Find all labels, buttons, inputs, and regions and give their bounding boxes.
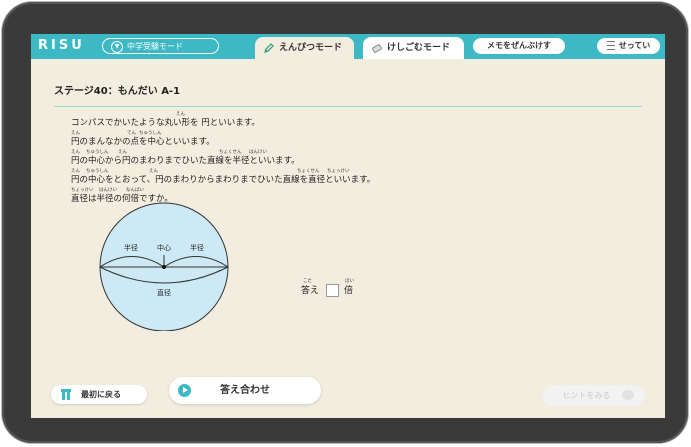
pencil-icon: [263, 43, 274, 54]
app-screen: RISU ▼ 中学受験モード えんぴつモード けしごむモード メモをぜんぶけす せ…: [31, 34, 665, 418]
risu-logo: RISU: [38, 38, 85, 53]
question-line: えん ちゅうしん えん ちょくせん はんけい 円の中心から円のまわりまでひいた直線を半径と…: [71, 149, 471, 168]
circle-figure: 半径 中心 半径 直径: [99, 202, 229, 331]
center-point: [162, 265, 166, 269]
question-line-text: 円の中心をとおって、円のまわりからまわりまでひいた直線を直径といいます。: [71, 175, 376, 185]
answer-area: こた 答え ばい 倍: [301, 279, 354, 297]
hint-button[interactable]: ヒントをみる: [543, 385, 644, 406]
answer-label-ruby: こた: [303, 279, 312, 284]
divider: [54, 106, 642, 107]
question-line: えん ちゅうしん えん ちょくせん ちょっけい 円の中心をとおって、円のまわりからまわりま…: [71, 168, 471, 187]
chevron-down-icon: ▼: [111, 40, 123, 53]
question-line-text: 円の中心から円のまわりまでひいた直線を半径といいます。: [71, 156, 300, 166]
stage-title: ステージ40：もんだい A-1: [54, 86, 181, 97]
label-radius-right: 半径: [190, 243, 204, 252]
hint-button-label: ヒントをみる: [562, 391, 611, 400]
back-to-start-button[interactable]: 最初に戻る: [51, 385, 147, 404]
menu-icon: [606, 41, 615, 50]
back-button-label: 最初に戻る: [81, 390, 121, 399]
question-line: えん コンパスでかいたような丸い形を 円といいます。: [71, 111, 471, 130]
tab-eraser-mode[interactable]: けしごむモード: [363, 37, 464, 59]
label-radius-left: 半径: [124, 243, 138, 252]
settings-label: せってい: [618, 41, 651, 50]
back-icon: [61, 389, 71, 400]
question-line-text: コンパスでかいたような丸い形を 円といいます。: [71, 118, 260, 128]
label-center: 中心: [157, 243, 171, 252]
question-line-text: 円のまんなかの点を中心といいます。: [71, 137, 215, 147]
play-icon: [178, 384, 191, 397]
question-line: えん てん ちゅうしん 円のまんなかの点を中心といいます。: [71, 130, 471, 149]
settings-button[interactable]: せってい: [597, 38, 660, 54]
answer-input[interactable]: [326, 284, 339, 297]
tab-pencil-label: えんぴつモード: [279, 43, 343, 53]
eraser-icon: [372, 44, 382, 53]
label-diameter: 直径: [157, 288, 171, 297]
tab-pencil-mode[interactable]: えんぴつモード: [255, 37, 354, 59]
check-answer-button[interactable]: 答え合わせ: [169, 377, 321, 404]
answer-label: 答え: [301, 286, 320, 296]
hint-icon: [622, 390, 634, 400]
mode-select[interactable]: ▼ 中学受験モード: [102, 38, 219, 54]
clear-memo-button[interactable]: メモをぜんぶけす: [473, 38, 565, 54]
tablet-frame: RISU ▼ 中学受験モード えんぴつモード けしごむモード メモをぜんぶけす せ…: [2, 2, 688, 443]
answer-unit: 倍: [344, 286, 354, 296]
mode-select-label: 中学受験モード: [127, 42, 183, 51]
check-button-label: 答え合わせ: [220, 385, 270, 396]
top-bar: RISU ▼ 中学受験モード えんぴつモード けしごむモード メモをぜんぶけす せ…: [31, 34, 665, 59]
tab-eraser-label: けしごむモード: [387, 43, 451, 53]
